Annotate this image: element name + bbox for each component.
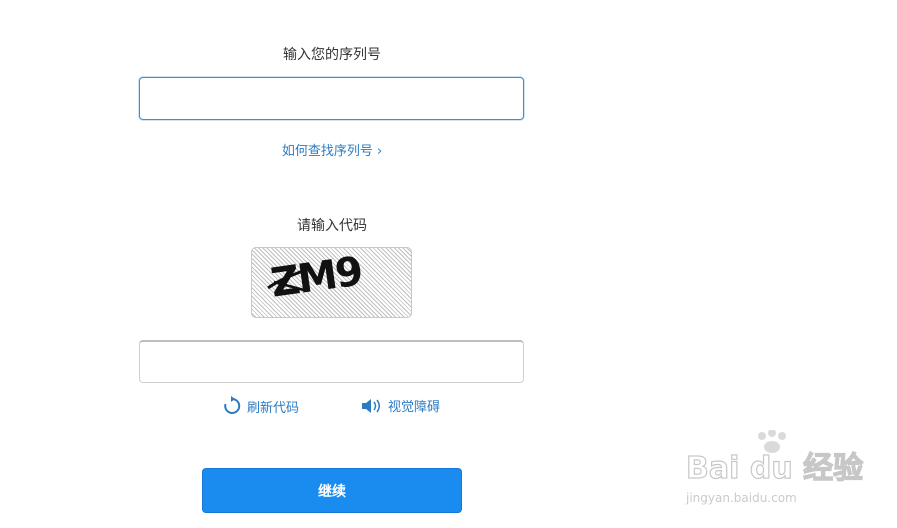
captcha-glyphs: ZM9 bbox=[267, 248, 364, 307]
captcha-text: ZM9 bbox=[268, 248, 364, 306]
serial-label: 输入您的序列号 bbox=[283, 47, 381, 63]
find-serial-link[interactable]: 如何查找序列号 › bbox=[140, 144, 524, 160]
watermark-brand: Bai du 经验 bbox=[686, 451, 863, 486]
watermark-url: jingyan.baidu.com bbox=[685, 491, 797, 505]
refresh-captcha-button[interactable]: 刷新代码 bbox=[222, 396, 299, 416]
refresh-icon bbox=[224, 396, 241, 414]
continue-button[interactable]: 继续 bbox=[202, 468, 462, 513]
captcha-input[interactable] bbox=[139, 340, 524, 383]
speaker-icon bbox=[362, 398, 380, 413]
refresh-label: 刷新代码 bbox=[247, 400, 300, 416]
serial-number-input[interactable] bbox=[139, 77, 524, 120]
paw-logo-icon bbox=[758, 429, 786, 453]
captcha-label: 请输入代码 bbox=[297, 218, 367, 234]
baidu-watermark: Bai du 经验 jingyan.baidu.com bbox=[684, 429, 884, 510]
captcha-image: ZM9 bbox=[251, 247, 412, 318]
audio-captcha-button[interactable]: 视觉障碍 bbox=[361, 396, 440, 415]
audio-label: 视觉障碍 bbox=[388, 400, 441, 415]
